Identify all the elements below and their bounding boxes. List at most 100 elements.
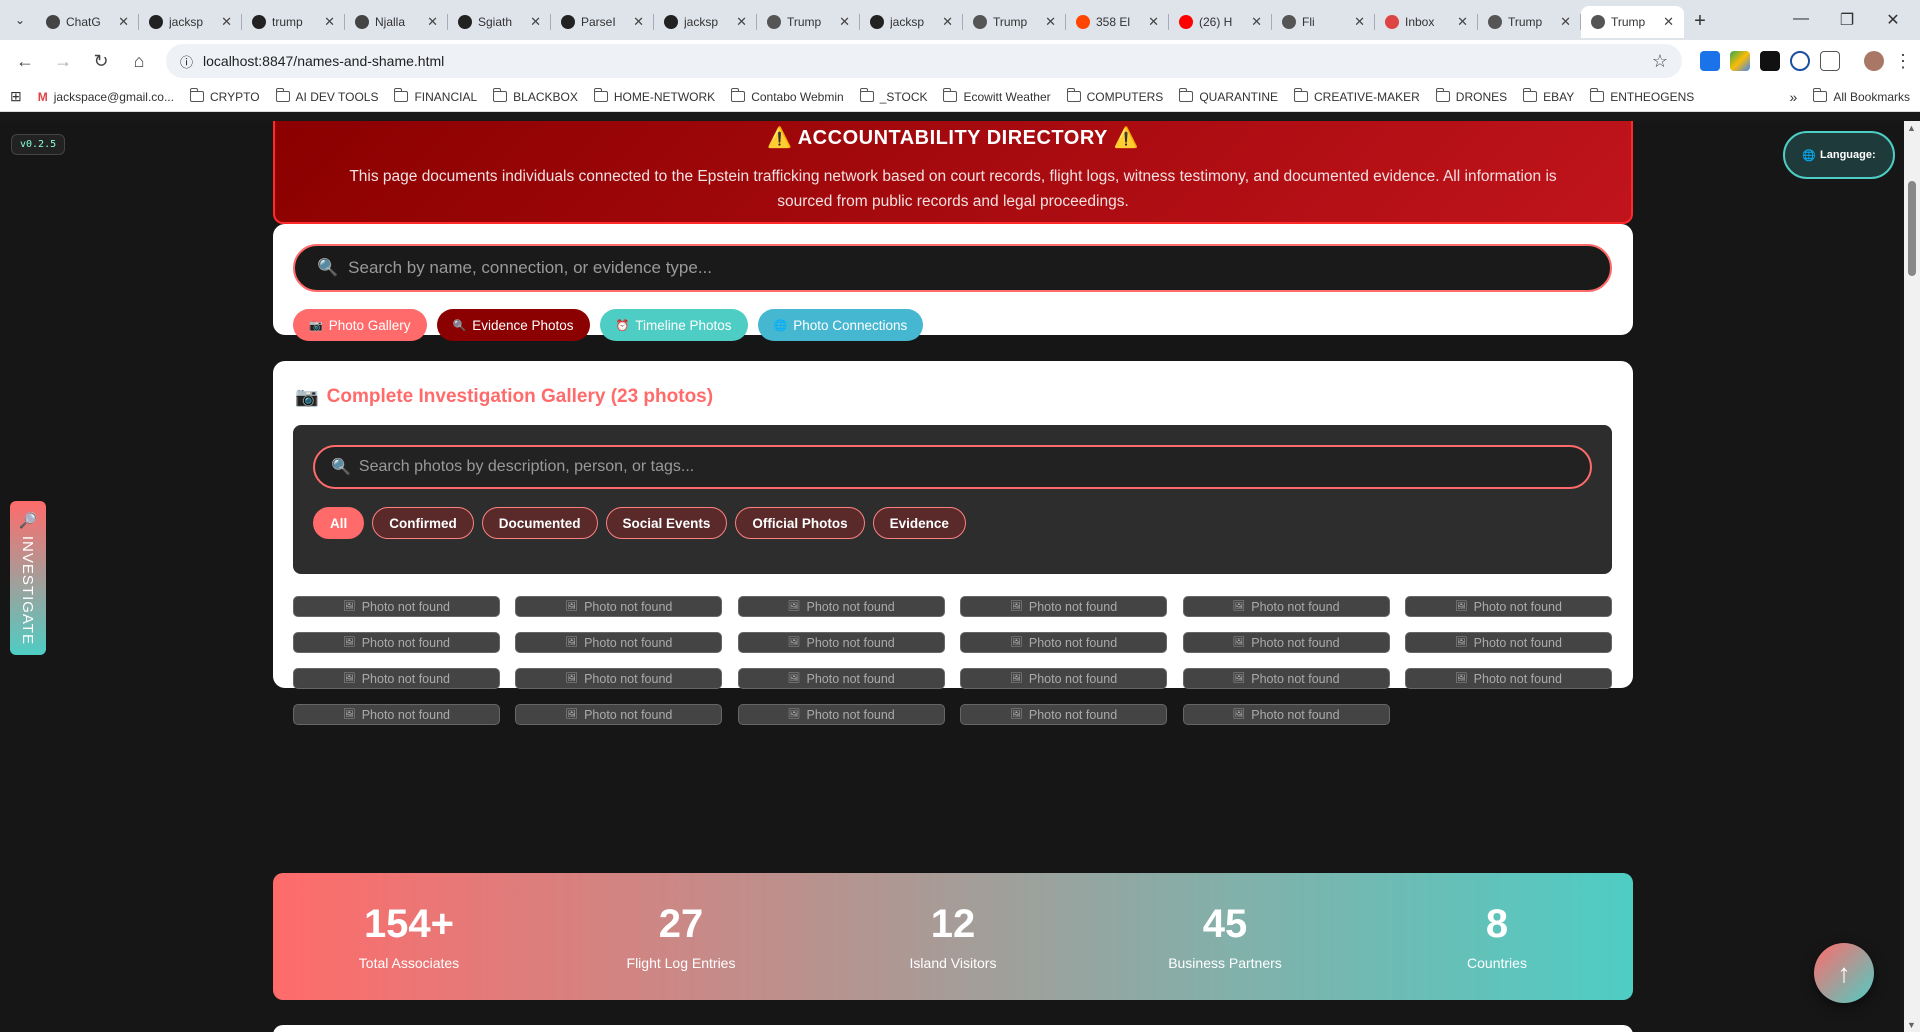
photo-placeholder[interactable]: 🖼 Photo not found xyxy=(737,668,945,689)
bookmark-item[interactable]: QUARANTINE xyxy=(1179,88,1278,104)
browser-tab[interactable]: trump ✕ xyxy=(242,6,345,38)
close-tab-icon[interactable]: ✕ xyxy=(1045,14,1056,30)
photo-placeholder[interactable]: 🖼 Photo not found xyxy=(515,632,723,653)
home-button[interactable]: ⌂ xyxy=(122,44,156,78)
address-bar[interactable]: ⓘ localhost:8847/names-and-shame.html ☆ xyxy=(166,44,1682,78)
back-to-top-button[interactable]: ↑ xyxy=(1814,943,1874,1003)
bookmark-item[interactable]: FINANCIAL xyxy=(394,88,477,104)
browser-tab[interactable]: jacksp ✕ xyxy=(139,6,242,38)
photo-placeholder[interactable]: 🖼 Photo not found xyxy=(293,632,500,653)
photo-placeholder[interactable]: 🖼 Photo not found xyxy=(293,668,500,689)
forward-button[interactable]: → xyxy=(46,44,80,78)
bookmark-item[interactable]: DRONES xyxy=(1435,88,1507,104)
filter-chip[interactable]: Social Events xyxy=(605,507,728,539)
photo-placeholder[interactable]: 🖼 Photo not found xyxy=(960,632,1168,653)
new-tab-button[interactable]: + xyxy=(1684,10,1716,33)
photo-placeholder[interactable]: 🖼 Photo not found xyxy=(515,704,723,725)
browser-tab[interactable]: Inbox ✕ xyxy=(1375,6,1478,38)
browser-tab[interactable]: Trump ✕ xyxy=(757,6,860,38)
photo-placeholder[interactable]: 🖼 Photo not found xyxy=(1404,668,1612,689)
bookmark-item[interactable]: COMPUTERS xyxy=(1066,88,1163,104)
browser-tab[interactable]: 358 El ✕ xyxy=(1066,6,1169,38)
bookmark-item[interactable]: ENTHEOGENS xyxy=(1590,88,1694,104)
restore-button[interactable]: ❐ xyxy=(1824,10,1870,30)
bookmark-item[interactable]: EBAY xyxy=(1523,88,1574,104)
view-button[interactable]: ⏰ Timeline Photos xyxy=(599,309,748,341)
bookmark-item[interactable]: _STOCK xyxy=(859,88,927,104)
close-tab-icon[interactable]: ✕ xyxy=(427,14,438,30)
main-search-input[interactable]: 🔍 Search by name, connection, or evidenc… xyxy=(293,244,1612,292)
view-button[interactable]: 📷 Photo Gallery xyxy=(293,309,427,341)
scroll-up-arrow[interactable]: ▲ xyxy=(1907,123,1916,133)
filter-chip[interactable]: Evidence xyxy=(872,507,966,539)
profile-avatar[interactable] xyxy=(1864,51,1884,71)
close-tab-icon[interactable]: ✕ xyxy=(1354,14,1365,30)
extensions-puzzle-icon[interactable] xyxy=(1820,51,1840,71)
scroll-down-arrow[interactable]: ▼ xyxy=(1907,1020,1916,1030)
photo-placeholder[interactable]: 🖼 Photo not found xyxy=(737,632,945,653)
browser-tab[interactable]: Fli ✕ xyxy=(1272,6,1375,38)
close-tab-icon[interactable]: ✕ xyxy=(1663,14,1674,30)
photo-placeholder[interactable]: 🖼 Photo not found xyxy=(293,704,500,725)
browser-tab[interactable]: ParseI ✕ xyxy=(551,6,654,38)
photo-placeholder[interactable]: 🖼 Photo not found xyxy=(737,704,945,725)
close-window-button[interactable]: ✕ xyxy=(1870,10,1916,30)
view-button[interactable]: 🔍 Evidence Photos xyxy=(436,309,590,341)
photo-placeholder[interactable]: 🖼 Photo not found xyxy=(1404,596,1612,617)
page-scrollbar[interactable]: ▲ ▼ xyxy=(1904,121,1920,1032)
bookmark-item[interactable]: Ecowitt Weather xyxy=(943,88,1051,104)
investigate-side-tab[interactable]: 🔍 INVESTIGATE xyxy=(10,501,46,655)
bookmark-item[interactable]: AI DEV TOOLS xyxy=(275,88,378,104)
photo-placeholder[interactable]: 🖼 Photo not found xyxy=(515,596,723,617)
filter-chip[interactable]: Documented xyxy=(481,507,598,539)
tab-search-button[interactable]: ⌄ xyxy=(4,4,36,36)
photo-placeholder[interactable]: 🖼 Photo not found xyxy=(1182,704,1390,725)
browser-tab[interactable]: Sgiath ✕ xyxy=(448,6,551,38)
filter-chip[interactable]: All xyxy=(313,507,365,539)
photo-placeholder[interactable]: 🖼 Photo not found xyxy=(1182,596,1390,617)
close-tab-icon[interactable]: ✕ xyxy=(221,14,232,30)
filter-chip[interactable]: Official Photos xyxy=(735,507,865,539)
close-tab-icon[interactable]: ✕ xyxy=(118,14,129,30)
close-tab-icon[interactable]: ✕ xyxy=(839,14,850,30)
language-selector[interactable]: 🌐 Language: xyxy=(1783,131,1895,179)
password-manager-icon[interactable] xyxy=(1790,51,1810,71)
close-tab-icon[interactable]: ✕ xyxy=(736,14,747,30)
google-drive-icon[interactable] xyxy=(1730,51,1750,71)
browser-tab[interactable]: (26) H ✕ xyxy=(1169,6,1272,38)
photo-placeholder[interactable]: 🖼 Photo not found xyxy=(960,668,1168,689)
scrollbar-thumb[interactable] xyxy=(1908,181,1916,276)
browser-tab[interactable]: Trump ✕ xyxy=(963,6,1066,38)
photo-placeholder[interactable]: 🖼 Photo not found xyxy=(515,668,723,689)
extension-icon[interactable] xyxy=(1700,51,1720,71)
minimize-button[interactable]: — xyxy=(1778,10,1824,30)
browser-tab[interactable]: Njalla ✕ xyxy=(345,6,448,38)
close-tab-icon[interactable]: ✕ xyxy=(1148,14,1159,30)
bookmark-item[interactable]: CREATIVE-MAKER xyxy=(1294,88,1420,104)
browser-tab[interactable]: jacksp ✕ xyxy=(654,6,757,38)
photo-placeholder[interactable]: 🖼 Photo not found xyxy=(293,596,500,617)
back-button[interactable]: ← xyxy=(8,44,42,78)
close-tab-icon[interactable]: ✕ xyxy=(1560,14,1571,30)
photo-placeholder[interactable]: 🖼 Photo not found xyxy=(1182,632,1390,653)
extension-icon[interactable] xyxy=(1760,51,1780,71)
bookmark-item[interactable]: BLACKBOX xyxy=(493,88,578,104)
close-tab-icon[interactable]: ✕ xyxy=(530,14,541,30)
close-tab-icon[interactable]: ✕ xyxy=(633,14,644,30)
photo-placeholder[interactable]: 🖼 Photo not found xyxy=(960,704,1168,725)
close-tab-icon[interactable]: ✕ xyxy=(1251,14,1262,30)
more-bookmarks-icon[interactable]: » xyxy=(1790,89,1798,105)
close-tab-icon[interactable]: ✕ xyxy=(942,14,953,30)
bookmark-star-icon[interactable]: ☆ xyxy=(1652,51,1668,72)
browser-tab[interactable]: Trump ✕ xyxy=(1581,6,1684,38)
browser-menu-icon[interactable]: ⋮ xyxy=(1894,51,1912,72)
photo-placeholder[interactable]: 🖼 Photo not found xyxy=(737,596,945,617)
close-tab-icon[interactable]: ✕ xyxy=(1457,14,1468,30)
reload-button[interactable]: ↻ xyxy=(84,44,118,78)
close-tab-icon[interactable]: ✕ xyxy=(324,14,335,30)
photo-placeholder[interactable]: 🖼 Photo not found xyxy=(1182,668,1390,689)
view-button[interactable]: 🌐 Photo Connections xyxy=(757,309,924,341)
browser-tab[interactable]: ChatG ✕ xyxy=(36,6,139,38)
bookmark-item[interactable]: CRYPTO xyxy=(189,88,260,104)
site-info-icon[interactable]: ⓘ xyxy=(180,52,193,71)
